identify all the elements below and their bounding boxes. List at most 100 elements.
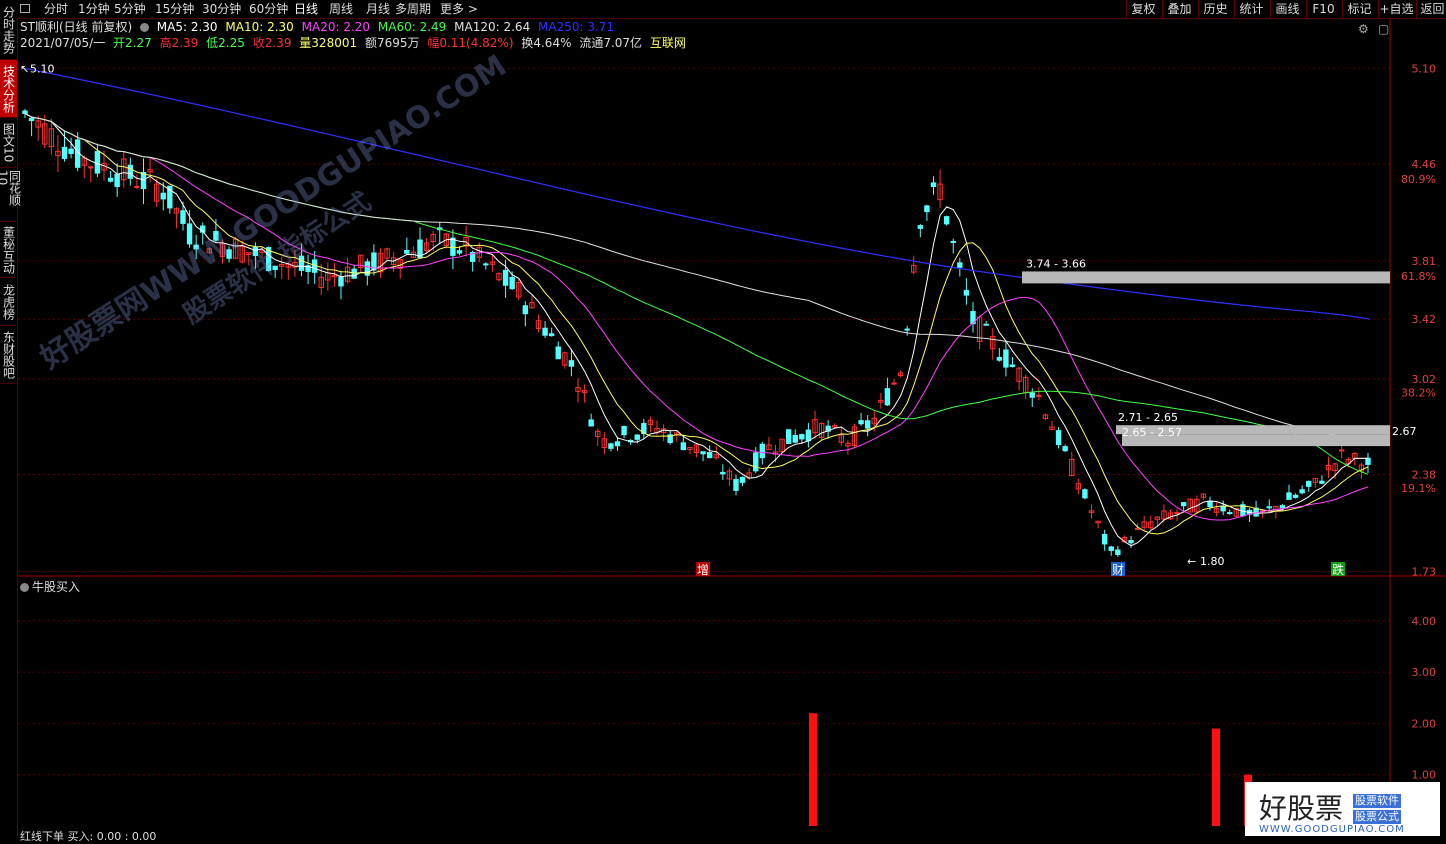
sidebar-item-1[interactable]: 技术分析 — [0, 60, 17, 118]
sub-chart-title[interactable]: 牛股买入 — [20, 578, 80, 595]
candle-body — [1101, 533, 1108, 545]
candle-body — [957, 262, 963, 268]
ma10-label: MA10: 2.30 — [225, 20, 294, 34]
period-tab-6[interactable]: 日线 — [294, 0, 318, 18]
candle-body — [160, 192, 166, 200]
candle-body — [1194, 498, 1200, 513]
candle-body — [575, 387, 581, 392]
toolbar-button-2[interactable]: 历史 — [1198, 0, 1232, 18]
candle-body — [1154, 516, 1161, 521]
event-marker-1: 财 — [1112, 563, 1124, 577]
toolbar-button-6[interactable]: 标记 — [1342, 0, 1376, 18]
candle-body — [107, 177, 114, 182]
candle-body — [1141, 521, 1147, 528]
candle-body — [884, 388, 891, 406]
candle-body — [364, 261, 371, 276]
candle-body — [423, 242, 430, 251]
candle-body — [1246, 509, 1253, 515]
candle-body — [904, 328, 910, 331]
candle-body — [654, 427, 660, 434]
toolbar-button-8[interactable]: 返回 — [1416, 0, 1446, 18]
brand-logo: 好股票 股票软件 股票公式 WWW.GOODGUPIAO.COM — [1245, 782, 1440, 836]
period-tab-0[interactable]: 分时 — [44, 0, 68, 18]
gap-zone-1 — [1022, 271, 1390, 284]
indicator-settings-icon[interactable] — [20, 583, 29, 592]
candle-body — [397, 259, 403, 269]
sidebar-item-5[interactable]: 龙虎榜 — [0, 278, 17, 326]
candle-body — [818, 423, 825, 438]
sidebar-item-2[interactable]: 图文10 — [0, 118, 17, 168]
candle-body — [871, 417, 877, 425]
candle-body — [746, 472, 752, 479]
toolbar-button-5[interactable]: F10 — [1306, 0, 1340, 18]
candle-body — [1121, 536, 1128, 543]
candle-body — [713, 454, 719, 459]
candle-body — [1009, 364, 1016, 367]
sidebar-item-4[interactable]: 董秘互动 — [0, 222, 17, 278]
candle-body — [1016, 367, 1022, 382]
candle-body — [101, 162, 107, 171]
period-tab-1[interactable]: 1分钟 — [78, 0, 110, 18]
gear-icon[interactable]: ⚙ — [1358, 22, 1369, 36]
candle-body — [693, 444, 700, 454]
quote-low: 低2.25 — [206, 36, 245, 50]
candle-body — [61, 146, 68, 159]
toolbar-button-1[interactable]: 叠加 — [1162, 0, 1196, 18]
settings-circle-icon[interactable] — [139, 23, 149, 32]
toolbar-button-7[interactable]: +自选 — [1378, 0, 1414, 18]
quote-date: 2021/07/05/一 — [20, 36, 106, 50]
window-toggle-icon[interactable] — [20, 4, 30, 13]
period-tab-10[interactable]: 更多 > — [440, 0, 478, 18]
sidebar-item-3[interactable]: 同花顺10 — [0, 168, 22, 222]
sub-chart-title-text: 牛股买入 — [32, 580, 81, 594]
quote-volume: 量328001 — [299, 36, 358, 50]
candle-body — [799, 434, 805, 440]
period-tab-3[interactable]: 15分钟 — [155, 0, 194, 18]
toolbar-button-0[interactable]: 复权 — [1126, 0, 1160, 18]
candle-body — [660, 428, 667, 434]
candle-body — [1345, 458, 1351, 465]
price-tick-label: 19.1% — [1401, 482, 1436, 495]
period-tab-9[interactable]: 多周期 — [395, 0, 431, 18]
stock-name[interactable]: ST顺利(日线 前复权) — [20, 20, 132, 34]
toolbar-button-4[interactable]: 画线 — [1270, 0, 1304, 18]
kline-chart[interactable]: 5.104.4680.9%3.8161.8%3.423.0238.2%2.381… — [0, 0, 1446, 836]
candle-body — [167, 185, 173, 209]
candle-body — [121, 158, 127, 181]
candle-body — [924, 205, 930, 213]
candle-body — [621, 425, 627, 436]
candle-body — [180, 210, 186, 224]
candle-body — [555, 346, 561, 360]
quote-sector[interactable]: 互联网 — [650, 36, 686, 50]
candle-body — [1319, 480, 1325, 484]
period-tab-7[interactable]: 周线 — [329, 0, 353, 18]
current-price-label: 2.67 — [1392, 425, 1417, 438]
candle-body — [897, 372, 904, 377]
candle-body — [502, 269, 509, 286]
sidebar-item-6[interactable]: 东财股吧 — [0, 326, 17, 384]
candle-body — [443, 233, 450, 246]
candle-body — [851, 426, 858, 447]
logo-tag-formula: 股票公式 — [1353, 810, 1402, 824]
period-tab-2[interactable]: 5分钟 — [114, 0, 146, 18]
candle-body — [1082, 489, 1088, 499]
price-tick-label: 61.8% — [1401, 270, 1436, 283]
close-panel-icon[interactable]: ▢ — [1378, 22, 1389, 36]
candle-body — [937, 183, 943, 201]
gap-zone-3 — [1122, 434, 1390, 447]
candle-body — [601, 438, 608, 449]
candle-body — [1332, 463, 1338, 472]
period-tab-4[interactable]: 30分钟 — [202, 0, 241, 18]
candle-body — [1253, 507, 1259, 517]
candle-body — [647, 419, 654, 426]
ma60-label: MA60: 2.49 — [377, 20, 447, 34]
quote-float-cap: 流通7.07亿 — [579, 36, 643, 50]
toolbar-button-3[interactable]: 统计 — [1234, 0, 1268, 18]
candle-body — [1279, 505, 1286, 509]
sidebar-item-0[interactable]: 分时走势 — [0, 0, 17, 60]
candle-body — [463, 236, 469, 247]
candle-body — [1069, 458, 1075, 477]
period-tab-5[interactable]: 60分钟 — [249, 0, 288, 18]
period-tab-8[interactable]: 月线 — [366, 0, 390, 18]
sub-tick-label: 1.00 — [1412, 769, 1437, 782]
